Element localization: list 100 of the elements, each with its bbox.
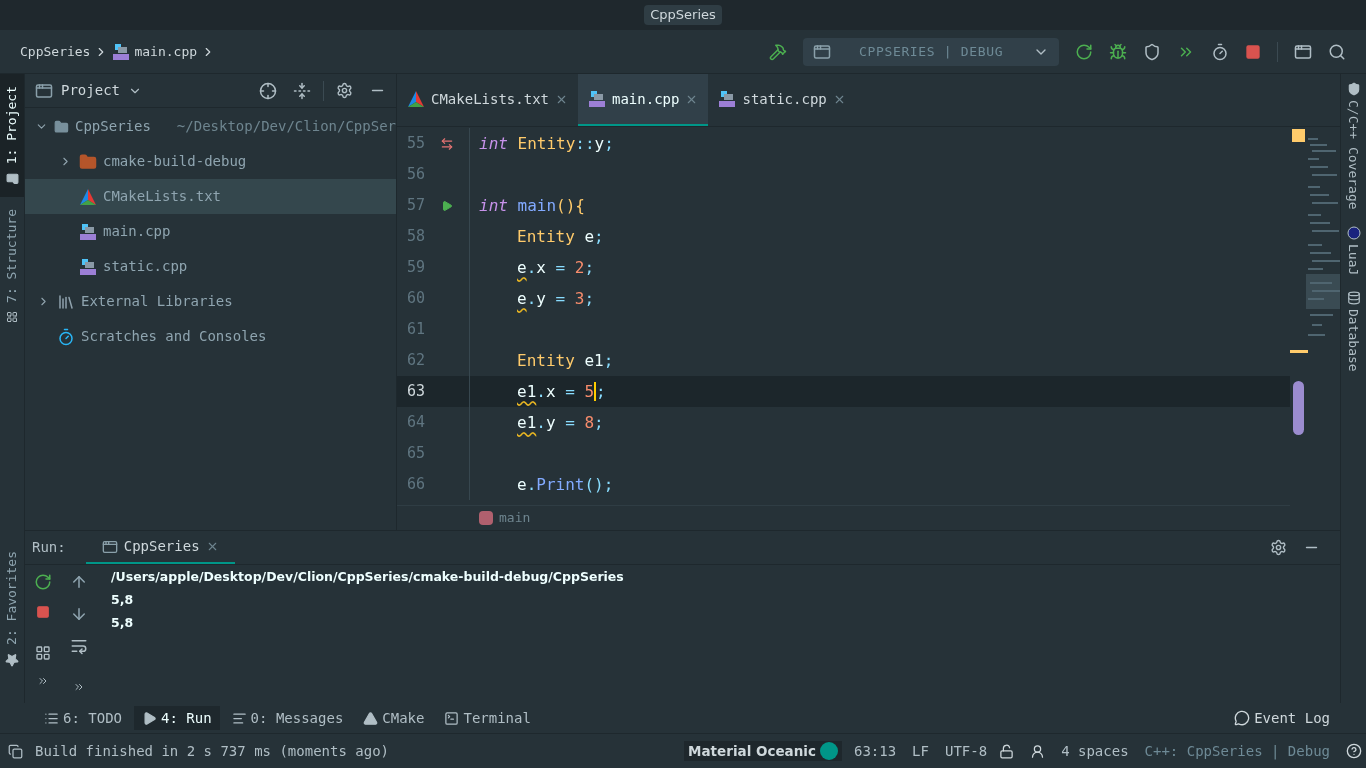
event-log-button[interactable]: Event Log [1234,707,1330,729]
scrollbar-thumb[interactable] [1293,381,1304,435]
build-icon[interactable] [769,42,787,61]
panel-title[interactable]: Project [61,80,120,101]
line-number: 61 [405,319,425,341]
cpp-file-icon [588,90,606,108]
tree-item[interactable]: main.cpp [25,214,396,249]
soft-wrap-icon[interactable] [70,637,88,655]
stop-icon[interactable] [36,605,50,619]
settings-icon[interactable] [1270,539,1287,556]
line-number: 65 [405,443,425,465]
coverage-shield-icon[interactable] [1143,42,1161,61]
console-output-line: 5,8 [111,613,135,632]
debug-bug-icon[interactable] [1109,42,1127,61]
run-panel-title: Run: [32,538,66,557]
side-tab[interactable]: Database [1343,282,1364,380]
tree-item-path: ~/Desktop/Dev/Clion/CppSer [176,117,396,136]
stop-icon[interactable] [1245,43,1261,60]
cmake-icon [407,90,425,108]
status-message: Build finished in 2 s 737 ms (moments ago) [35,741,389,761]
override-arrows-icon[interactable] [440,136,454,151]
triangle-icon [363,710,379,726]
rerun-icon[interactable] [34,573,52,591]
cpp-file-icon [79,222,97,241]
database-icon [1346,290,1361,305]
structure-icon [6,311,18,324]
panel-icon [35,81,53,100]
side-tab[interactable]: 1: Project [0,74,24,198]
line-number: 60 [405,288,425,310]
more-icon[interactable] [73,681,85,693]
folder-icon [5,172,19,186]
tool-window-button[interactable]: Terminal [436,706,539,730]
tree-item[interactable]: Scratches and Consoles [25,319,396,354]
tree-item-label: CppSeries [75,117,151,136]
rerun-icon[interactable] [1075,42,1093,61]
side-tab[interactable]: C/C++ Coverage [1343,74,1364,218]
code-line: e1.y = 8; [517,411,604,434]
panels-icon[interactable] [8,743,23,759]
star-icon [5,653,19,667]
speech-bubble-icon [1234,710,1251,726]
tree-item[interactable]: cmake-build-debug [25,144,396,179]
code-line: e.y = 3; [517,287,595,310]
tree-item[interactable]: static.cpp [25,249,396,284]
breadcrumb-item[interactable]: CppSeries [20,41,91,62]
line-separator[interactable]: LF [912,740,929,762]
line-number: 58 [405,226,425,248]
side-tab[interactable]: LuaJ [1343,217,1364,283]
list-icon [44,710,59,726]
more-icon[interactable] [37,675,49,687]
side-tab[interactable]: 7: Structure [0,197,24,336]
breadcrumb-item[interactable]: main.cpp [134,41,198,62]
unlock-icon[interactable] [999,743,1015,759]
library-icon [57,292,75,311]
console-output-line: 5,8 [111,590,135,609]
line-number: 64 [405,412,425,434]
collapse-icon[interactable] [293,81,311,100]
indent-setting[interactable]: 4 spaces [1061,740,1129,762]
timer-icon[interactable] [1211,42,1229,61]
code-line: Entity e1; [517,349,614,372]
tree-item-label: External Libraries [81,292,233,311]
code-line: Entity e; [517,225,604,248]
cpp-file-icon [718,90,737,108]
tool-window-button[interactable]: CMake [355,706,433,730]
search-icon[interactable] [1328,42,1346,61]
terminal-window-icon[interactable] [1294,42,1312,61]
tool-window-button[interactable]: 6: TODO [36,706,130,730]
theme-indicator[interactable]: Material Oceanic [684,740,842,762]
line-number: 55 [405,133,425,155]
window-title: CppSeries [644,5,722,25]
layout-icon[interactable] [35,645,51,661]
code-line: int Entity::y; [479,132,614,155]
line-number: 57 [405,195,425,217]
tool-window-button[interactable]: 4: Run [134,706,220,730]
run-tab[interactable]: CppSeries [85,531,235,564]
code-line: int main(){ [479,194,585,217]
tree-item[interactable]: CppSeries ~/Desktop/Dev/Clion/CppSer [25,109,396,144]
file-encoding[interactable]: UTF-8 [944,740,988,762]
tree-item[interactable]: External Libraries [25,284,396,319]
scratch-icon [57,327,75,346]
tree-item[interactable]: CMakeLists.txt [25,179,396,214]
code-line: e.x = 2; [517,256,595,279]
line-number: 56 [405,164,425,186]
down-arrow-icon[interactable] [70,605,88,623]
settings-icon[interactable] [336,82,353,99]
cpp-file-icon [112,42,131,61]
tree-item-label: static.cpp [103,257,188,276]
editor-tab[interactable]: static.cpp [708,74,856,126]
locate-icon[interactable] [259,81,277,100]
editor-tab[interactable]: CMakeLists.txt [397,74,578,126]
resolve-context[interactable]: C++: CppSeries | Debug [1144,740,1330,762]
side-tab[interactable]: 2: Favorites [0,539,24,679]
tool-window-button[interactable]: 0: Messages [223,706,352,730]
warning-marker [1292,129,1305,142]
editor-tab[interactable]: main.cpp [578,74,709,126]
tree-item-label: main.cpp [103,222,171,241]
caret-position[interactable]: 63:13 [853,740,897,762]
tree-item-label: cmake-build-debug [103,152,247,171]
tree-item-label: CMakeLists.txt [103,187,221,206]
run-gutter-icon[interactable] [441,199,453,212]
app-window-icon [101,538,118,555]
